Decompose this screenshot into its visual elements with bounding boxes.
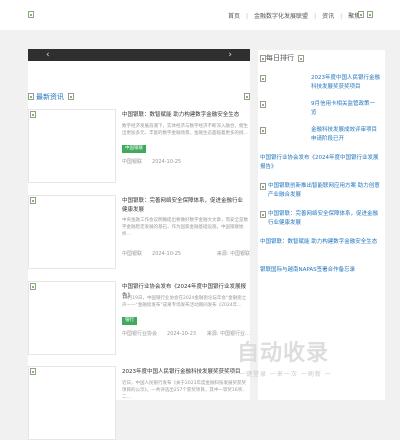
article-source: 中国银联 — [122, 251, 143, 257]
ranking-item[interactable]: 银联国际与越南NAPAS签署合作备忘录 — [260, 266, 380, 275]
ranking-item-label[interactable]: 中国银联：数智赋能 助力构建数字金融安全生态 — [260, 238, 380, 247]
ranking-item[interactable]: 2023年度中国人民银行金融科技发展奖获奖项目 — [260, 74, 380, 92]
site-header: 首页 | 金融数字化发展联盟 | 资讯 | 聚焦 — [0, 0, 400, 30]
article-source: 中国银行业协会 — [122, 331, 158, 337]
nav-item-alliance[interactable]: 金融数字化发展联盟 — [254, 11, 308, 20]
section-title[interactable]: 最新资讯 — [36, 92, 64, 102]
article-excerpt: 中央金融工作会议明确提出要做好数字金融大文章，而安全是数字金融稳定发展的基石，作… — [122, 218, 248, 237]
main-nav: 首页 | 金融数字化发展联盟 | 资讯 | 聚焦 — [228, 11, 361, 20]
ranking-item[interactable]: 9月信用卡相关监管政策一览 — [260, 100, 380, 118]
article-meta: 中国银联 2024-10-25 来源: 中国银联 — [122, 250, 250, 257]
ranking-item[interactable]: 金融科技发展成效评审项目申请阶段已开 — [260, 126, 380, 144]
article-thumbnail[interactable] — [28, 195, 116, 269]
article-thumbnail[interactable] — [28, 109, 116, 183]
article-date: 2024-10-25 — [152, 159, 182, 165]
article-excerpt: 近日，中国人民银行发布《关于2023年度金融科技发展奖获奖项目的公示》，一共评选… — [122, 381, 247, 400]
ranking-item[interactable]: 中国银联：数智赋能 助力构建数字金融安全生态 — [260, 238, 380, 247]
article-meta: 中国银联 2024-10-25 — [122, 158, 250, 165]
section-header: 最新资讯 — [28, 91, 250, 101]
watermark-tagline: 一键登录 一来一次 一刷新 一 — [239, 371, 332, 378]
article-tag[interactable]: 银行 — [122, 317, 137, 325]
slider-prev-icon[interactable]: ‹ — [46, 49, 50, 61]
thumbnail-image — [30, 283, 36, 290]
section-more-icon — [68, 93, 74, 100]
banner-slider[interactable]: ‹ › — [28, 49, 250, 61]
article-excerpt: 10月19日，中国银行业协会在2024金融街论坛年会“金融街之声——“金融街发布… — [122, 296, 247, 308]
watermark-logo: 自动收录 — [237, 341, 330, 366]
nav-item-news[interactable]: 资讯 — [322, 11, 334, 20]
sidebar-title: 每日排行 — [266, 54, 294, 62]
ranking-thumb-icon — [260, 75, 266, 82]
slider-next-icon[interactable]: › — [228, 49, 232, 61]
search-icon[interactable] — [358, 11, 364, 18]
ranking-item-label[interactable]: 中国银行业协会发布《2024年度中国银行业发展报告》 — [260, 154, 380, 172]
thumbnail-image — [30, 111, 36, 118]
article-thumbnail[interactable] — [28, 366, 116, 440]
article-title[interactable]: 中国银联：完善网络安全保障体系，促进金融行业健康发展 — [122, 197, 248, 215]
article-meta: 中国银行业协会 2024-10-23 来源: 中国银行业… — [122, 330, 250, 337]
article-tag[interactable]: 中国银联 — [122, 145, 146, 153]
watermark: 自动收录 一键登录 一来一次 一刷新 一 — [237, 335, 387, 397]
ranking-thumb-icon — [260, 127, 266, 134]
user-icon[interactable] — [367, 11, 373, 18]
article-source: 中国银联 — [122, 159, 143, 165]
ranking-item-label[interactable]: 中国银联：完善网络安全保障体系，促进金融行业健康发展 — [260, 210, 380, 228]
ranking-item[interactable]: 中国银联创新推出智能联网应用方案 助力创意产业融合发展 — [260, 182, 380, 200]
article-excerpt: 数字经济发展浪潮下，实体经济与数字经济不断深入融合，催生出更加多元、丰富的数字金… — [122, 124, 248, 136]
ranking-item[interactable]: 中国银联：完善网络安全保障体系，促进金融行业健康发展 — [260, 210, 380, 228]
article-thumbnail[interactable] — [28, 281, 116, 355]
ranking-item-label[interactable]: 金融科技发展成效评审项目申请阶段已开 — [260, 126, 380, 144]
ranking-item[interactable]: 中国银行业协会发布《2024年度中国银行业发展报告》 — [260, 154, 380, 172]
article-date: 2024-10-25 — [152, 251, 182, 257]
nav-item-home[interactable]: 首页 — [228, 11, 240, 20]
section-icon — [28, 93, 34, 100]
ranking-thumb-icon — [260, 183, 266, 190]
ranking-item-label[interactable]: 银联国际与越南NAPAS签署合作备忘录 — [260, 266, 380, 275]
article-date: 2024-10-23 — [167, 331, 197, 337]
ranking-item-label[interactable]: 2023年度中国人民银行金融科技发展奖获奖项目 — [260, 74, 380, 92]
thumbnail-image — [30, 368, 36, 375]
ranking-thumb-icon — [260, 101, 266, 108]
article-title[interactable]: 中国银联：数智赋能 助力构建数字金融安全生态 — [122, 111, 248, 120]
article-source-label: 来源: 中国银联 — [216, 251, 250, 257]
ranking-item-label[interactable]: 中国银联创新推出智能联网应用方案 助力创意产业融合发展 — [260, 182, 380, 200]
ranking-thumb-icon — [260, 211, 266, 218]
section-arrow-icon[interactable] — [244, 93, 250, 100]
logo-image[interactable] — [28, 11, 34, 18]
sidebar-more-icon — [298, 55, 304, 62]
thumbnail-image — [30, 197, 36, 204]
article-title[interactable]: 2023年度中国人民银行金融科技发展奖获奖项目 — [122, 368, 248, 377]
ranking-item-label[interactable]: 9月信用卡相关监管政策一览 — [260, 100, 380, 118]
main-content: 最新资讯 中国银联：数智赋能 助力构建数字金融安全生态 数字经济发展浪潮下，实体… — [28, 61, 250, 440]
